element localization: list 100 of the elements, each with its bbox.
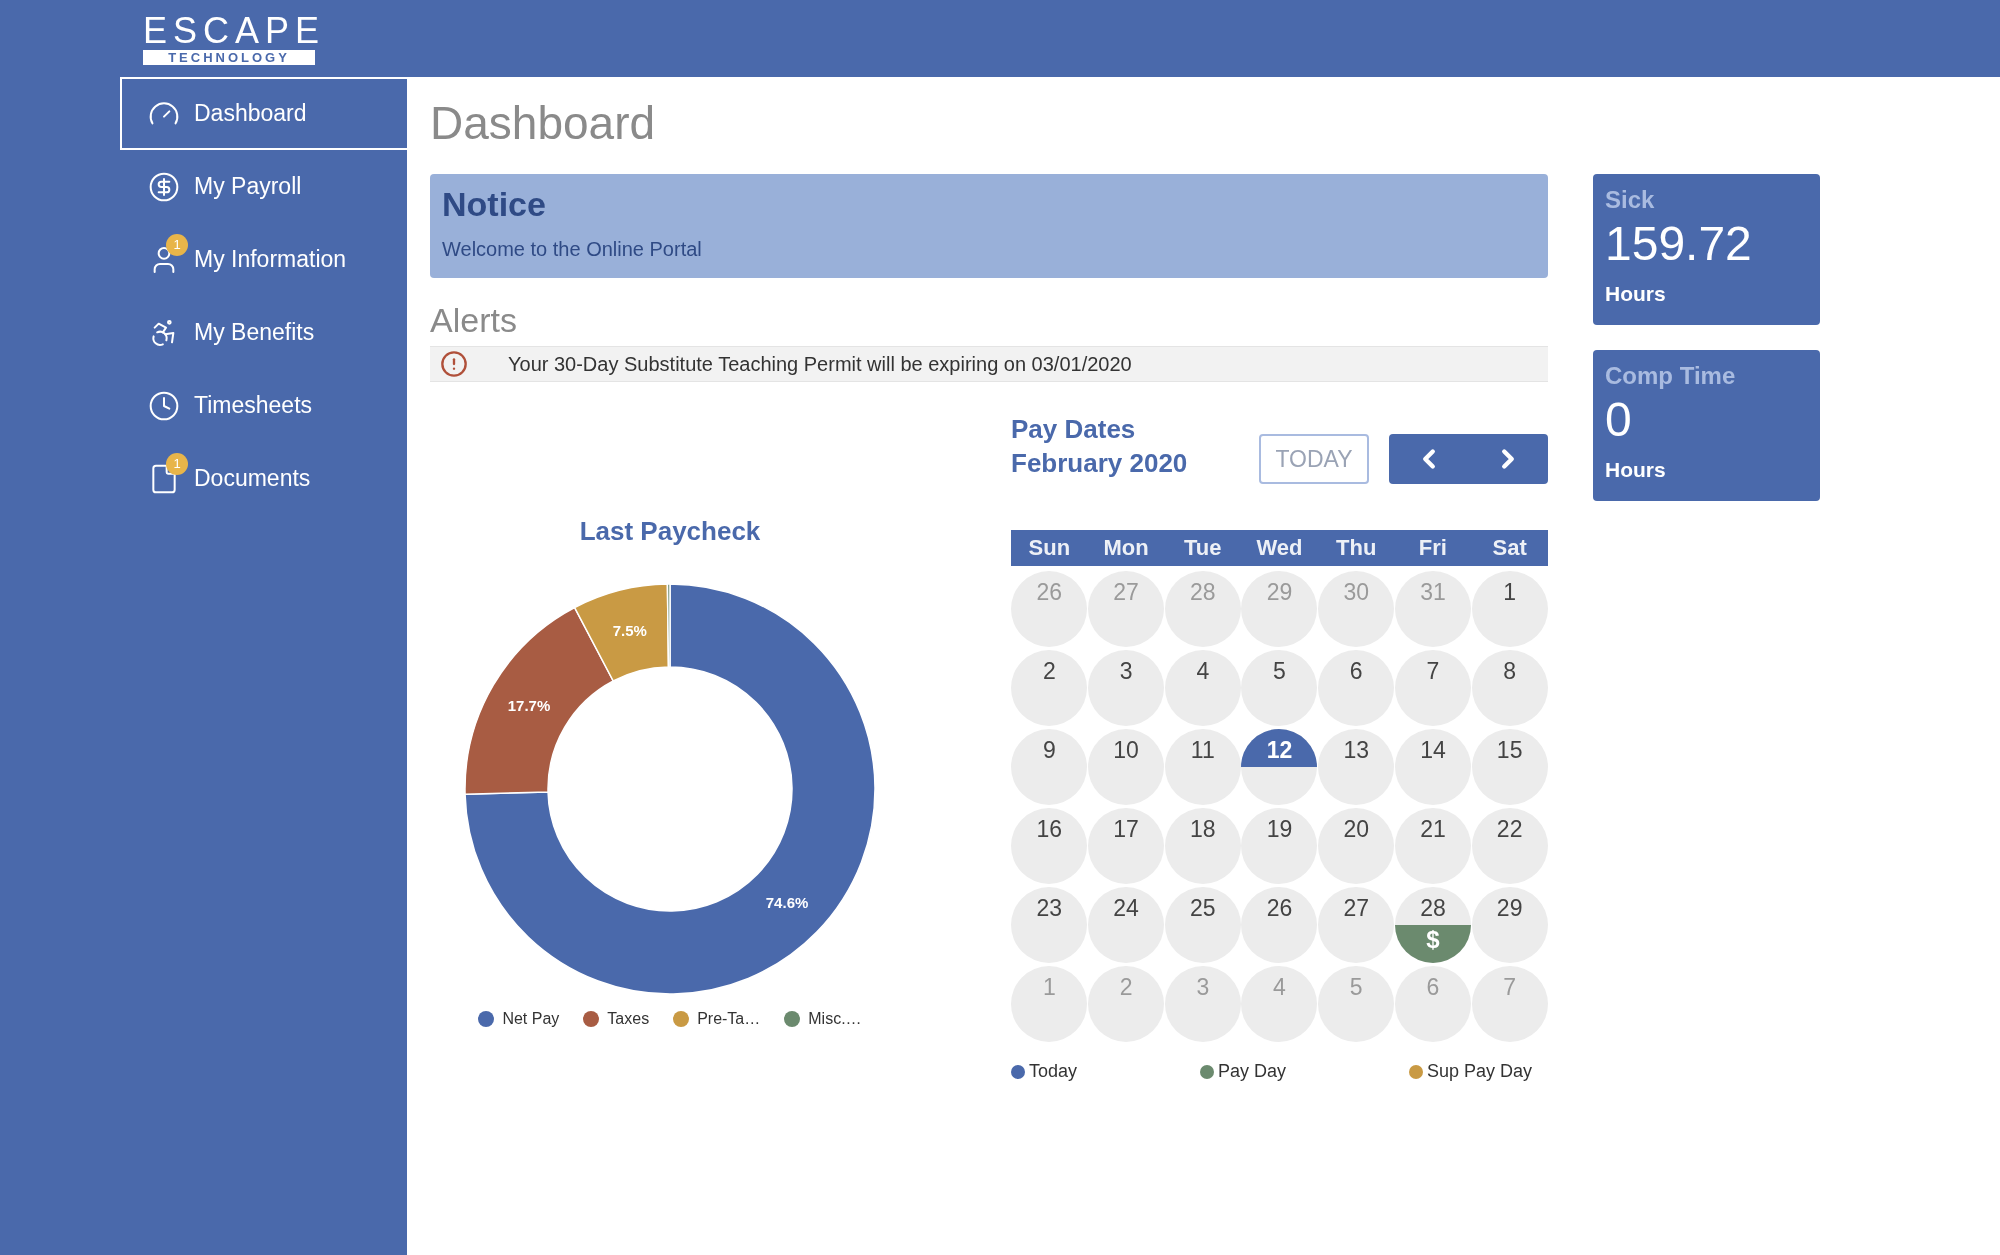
calendar-day[interactable]: 24 <box>1088 887 1165 963</box>
calendar-day[interactable]: 10 <box>1088 729 1165 805</box>
day-number: 2 <box>1119 973 1133 1002</box>
legend-label: Today <box>1029 1060 1078 1083</box>
calendar-day[interactable]: 21 <box>1394 808 1471 884</box>
calendar-day[interactable]: 4 <box>1164 650 1241 726</box>
day-number: 3 <box>1196 973 1210 1002</box>
sidebar-item[interactable]: Timesheets <box>120 369 407 442</box>
alerts-title: Alerts <box>430 300 518 340</box>
sidebar-item[interactable]: My Benefits <box>120 296 407 369</box>
slice-label: 7.5% <box>612 621 647 639</box>
sidebar-item[interactable]: 1 Documents <box>120 442 407 515</box>
day-number: 18 <box>1190 815 1216 844</box>
day-number: 10 <box>1113 736 1139 765</box>
day-number: 27 <box>1113 578 1139 607</box>
alert-text: Your 30-Day Substitute Teaching Permit will be expiring on 03/01/2020 <box>508 352 1132 377</box>
calendar-day[interactable]: 17 <box>1088 808 1165 884</box>
calendar-day[interactable]: 6 <box>1318 650 1395 726</box>
sidebar-item[interactable]: Dashboard <box>120 77 407 150</box>
day-number: 4 <box>1196 657 1210 686</box>
calendar-day[interactable]: 14 <box>1394 729 1471 805</box>
day-number: 7 <box>1503 973 1517 1002</box>
notice-title: Notice <box>442 184 547 225</box>
legend-label: Pay Day <box>1217 1060 1286 1083</box>
calendar-day[interactable]: 25 <box>1164 887 1241 963</box>
calendar-day[interactable]: 12 <box>1241 729 1318 805</box>
slice-label: 74.6% <box>765 894 809 912</box>
day-number: 13 <box>1343 736 1369 765</box>
sidebar-item[interactable]: 1 My Information <box>120 223 407 296</box>
day-number: 11 <box>1190 736 1215 765</box>
day-number: 12 <box>1266 736 1293 765</box>
calendar-day[interactable]: 1 <box>1471 571 1548 647</box>
balance-unit: Hours <box>1605 281 1667 307</box>
day-number: 23 <box>1036 894 1063 923</box>
day-number: 19 <box>1266 815 1293 844</box>
calendar-day[interactable]: 3 <box>1088 650 1165 726</box>
clock-icon <box>148 389 180 422</box>
calendar-day[interactable]: 19 <box>1241 808 1318 884</box>
calendar-title: Pay Dates <box>1011 413 1137 446</box>
day-number: 14 <box>1420 736 1446 765</box>
day-number: 4 <box>1273 973 1286 1002</box>
day-number: 22 <box>1496 815 1523 844</box>
day-number: 2 <box>1042 657 1056 686</box>
calendar-day[interactable]: 20 <box>1318 808 1395 884</box>
calendar-day[interactable]: 7 <box>1394 650 1471 726</box>
legend-label: Pre-Ta… <box>697 1009 761 1029</box>
day-number: 27 <box>1343 894 1369 923</box>
calendar-day[interactable]: 8 <box>1471 650 1548 726</box>
calendar-day[interactable]: 15 <box>1471 729 1548 805</box>
calendar-day[interactable]: 13 <box>1318 729 1395 805</box>
day-number: 24 <box>1113 894 1139 923</box>
day-number: 1 <box>1503 578 1517 607</box>
balance-unit: Hours <box>1605 457 1667 483</box>
chart-title: Last Paycheck <box>579 515 761 548</box>
day-number: 26 <box>1266 894 1293 923</box>
day-number: 31 <box>1420 578 1446 607</box>
day-number: 6 <box>1426 973 1440 1002</box>
day-number: 6 <box>1349 657 1363 686</box>
day-number: 3 <box>1119 657 1133 686</box>
balance-value: 159.72 <box>1605 216 1753 272</box>
day-number: 9 <box>1042 736 1056 765</box>
calendar-day[interactable]: 29 <box>1471 887 1548 963</box>
calendar-day[interactable]: 16 <box>1011 808 1088 884</box>
day-number: 21 <box>1420 815 1446 844</box>
slice-label: 17.7% <box>507 697 551 715</box>
day-number: 26 <box>1036 578 1063 607</box>
legend-label: Taxes <box>607 1009 650 1029</box>
day-number: 28 <box>1190 578 1216 607</box>
calendar-day[interactable]: 11 <box>1164 729 1241 805</box>
notification-badge: 1 <box>166 233 188 256</box>
day-number: 28 <box>1420 894 1446 923</box>
calendar-day[interactable]: 26 <box>1241 887 1318 963</box>
calendar-day[interactable]: 9 <box>1011 729 1088 805</box>
day-number: 7 <box>1426 657 1440 686</box>
calendar-day[interactable]: 22 <box>1471 808 1548 884</box>
balance-title: Sick <box>1605 186 1656 214</box>
day-number: 5 <box>1349 973 1363 1002</box>
day-number: 25 <box>1190 894 1216 923</box>
day-number: 30 <box>1343 578 1369 607</box>
calendar-day[interactable]: 2 <box>1011 650 1088 726</box>
day-number: 17 <box>1113 815 1139 844</box>
weekday-header: Sun Mon Tue Wed Thu Fri Sat <box>1011 530 1548 566</box>
balance-title: Comp Time <box>1605 362 1737 390</box>
day-number: 29 <box>1266 578 1293 607</box>
calendar-day[interactable]: 27 <box>1318 887 1395 963</box>
balance-value: 0 <box>1605 392 1633 448</box>
day-number: 29 <box>1496 894 1523 923</box>
calendar-day[interactable]: 23 <box>1011 887 1088 963</box>
calendar-day[interactable]: 5 <box>1241 650 1318 726</box>
calendar-day[interactable]: 18 <box>1164 808 1241 884</box>
day-number: 1 <box>1042 973 1056 1002</box>
legend-label: Net Pay <box>502 1009 560 1029</box>
sidebar-item[interactable]: My Payroll <box>120 150 407 223</box>
legend-label: Sup Pay Day <box>1426 1060 1532 1083</box>
day-number: 20 <box>1343 815 1369 844</box>
dollar-icon <box>148 170 180 203</box>
payday-sign: $ <box>1426 925 1440 955</box>
calendar-day[interactable]: 28 $ <box>1394 887 1471 963</box>
day-number: 8 <box>1503 657 1517 686</box>
day-number: 5 <box>1273 657 1286 686</box>
